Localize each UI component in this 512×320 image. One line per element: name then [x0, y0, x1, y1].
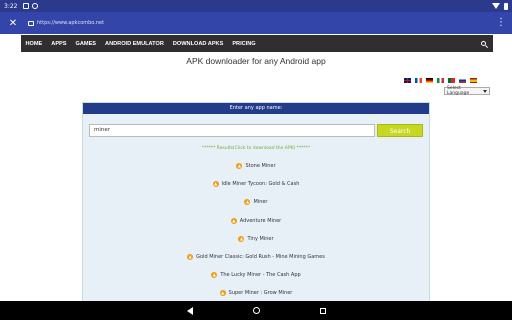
- flag-portugal-icon[interactable]: [448, 78, 455, 83]
- result-label[interactable]: Adventure Miner: [240, 218, 281, 224]
- wifi-icon: [492, 3, 500, 9]
- nav-android-emulator[interactable]: ANDROID EMULATOR: [101, 41, 169, 47]
- flag-russia-icon[interactable]: [459, 78, 466, 83]
- flag-uk-icon[interactable]: [404, 78, 411, 83]
- panel-header: Enter any app name:: [83, 103, 429, 114]
- app-icon: ▲: [230, 217, 237, 224]
- status-time: 3:22: [4, 2, 18, 10]
- app-icon: ▲: [244, 199, 251, 206]
- nav-home[interactable]: HOME: [21, 41, 47, 47]
- site-navbar: HOME APPS GAMES ANDROID EMULATOR DOWNLOA…: [21, 35, 493, 52]
- results-list: ▲ Stone Miner ▲ Idle Miner Tycoon: Gold & …: [83, 157, 429, 303]
- app-icon: ▲: [219, 290, 226, 297]
- nav-games[interactable]: GAMES: [71, 41, 101, 47]
- lock-icon: [28, 20, 34, 26]
- language-select-value: Select Language: [447, 86, 470, 96]
- recent-apps-icon[interactable]: [319, 307, 326, 314]
- result-item[interactable]: ▲ Tiny Miner: [83, 230, 429, 248]
- result-label[interactable]: Stone Miner: [245, 163, 275, 169]
- result-label[interactable]: Idle Miner Tycoon: Gold & Cash: [222, 181, 300, 187]
- result-label[interactable]: Gold Miner Classic: Gold Rush - Mine Min…: [196, 254, 325, 260]
- result-item[interactable]: ▲ Miner: [83, 193, 429, 211]
- battery-icon: [504, 2, 508, 10]
- app-icon: ▲: [187, 254, 194, 261]
- result-item[interactable]: ▲ The Lucky Miner - The Cash App: [83, 266, 429, 284]
- nav-apps[interactable]: APPS: [47, 41, 71, 47]
- results-note: ****** Results(Click to download the APK…: [201, 146, 311, 151]
- language-select[interactable]: Select Language: [444, 86, 490, 96]
- app-icon: ▲: [236, 163, 243, 170]
- menu-icon[interactable]: ⋮: [496, 18, 506, 28]
- flag-spain-icon[interactable]: [470, 78, 477, 83]
- flag-germany-icon[interactable]: [426, 78, 433, 83]
- app-icon: ▲: [238, 235, 245, 242]
- app-icon: ▲: [211, 272, 218, 279]
- notification-icon-2: [32, 3, 39, 9]
- browser-toolbar: ✕ https://www.apkcombo.net ⋮: [0, 12, 512, 34]
- close-icon[interactable]: ✕: [6, 18, 20, 29]
- android-nav-bar: [0, 301, 512, 320]
- flag-france-icon[interactable]: [415, 78, 422, 83]
- search-button[interactable]: Search: [377, 124, 423, 137]
- search-panel: Enter any app name: miner Search ****** …: [82, 102, 430, 302]
- result-label[interactable]: Super Miner : Grow Miner: [229, 290, 293, 296]
- result-item[interactable]: ▲ Super Miner : Grow Miner: [83, 284, 429, 302]
- home-icon[interactable]: [252, 307, 260, 314]
- page-headline: APK downloader for any Android app: [186, 56, 326, 66]
- result-item[interactable]: ▲ Adventure Miner: [83, 212, 429, 230]
- nav-download-apks[interactable]: DOWNLOAD APKS: [168, 41, 227, 47]
- app-icon: ▲: [212, 181, 219, 188]
- result-label[interactable]: Tiny Miner: [247, 236, 273, 242]
- search-row: miner Search: [89, 124, 423, 137]
- language-flags: [404, 78, 477, 83]
- result-label[interactable]: The Lucky Miner - The Cash App: [220, 272, 300, 278]
- result-item[interactable]: ▲ Stone Miner: [83, 157, 429, 175]
- result-label[interactable]: Miner: [253, 199, 267, 205]
- flag-italy-icon[interactable]: [437, 78, 444, 83]
- search-input[interactable]: miner: [89, 124, 375, 137]
- url-text[interactable]: https://www.apkcombo.net: [37, 20, 104, 26]
- search-icon: [480, 41, 486, 46]
- status-bar: 3:22: [0, 0, 512, 12]
- nav-search-button[interactable]: [473, 35, 493, 52]
- result-item[interactable]: ▲ Idle Miner Tycoon: Gold & Cash: [83, 175, 429, 193]
- result-item[interactable]: ▲ Gold Miner Classic: Gold Rush - Mine Mi…: [83, 248, 429, 266]
- back-icon[interactable]: [186, 306, 193, 315]
- nav-pricing[interactable]: PRICING: [228, 41, 260, 47]
- notification-icon: [23, 3, 30, 9]
- chevron-down-icon: [483, 89, 487, 93]
